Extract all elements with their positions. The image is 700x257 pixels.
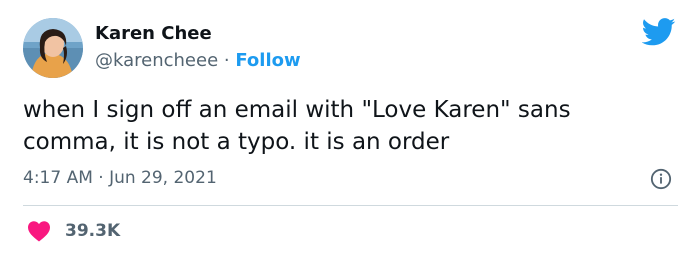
divider [23, 205, 678, 206]
twitter-bird-icon[interactable] [642, 18, 676, 46]
author-handle-row: @karencheee · Follow [95, 49, 301, 73]
avatar[interactable] [23, 18, 83, 78]
info-icon[interactable] [650, 168, 672, 190]
like-button[interactable]: 39.3K [27, 219, 120, 243]
tweet-card: Karen Chee @karencheee · Follow when I s… [0, 0, 700, 257]
heart-icon [28, 221, 50, 242]
like-count: 39.3K [65, 221, 121, 241]
tweet-timestamp[interactable]: 4:17 AM · Jun 29, 2021 [23, 167, 217, 189]
tweet-text: when I sign off an email with "Love Kare… [23, 97, 571, 155]
author-handle[interactable]: @karencheee [95, 50, 218, 71]
author-name[interactable]: Karen Chee [95, 22, 212, 46]
avatar-image [23, 18, 83, 78]
separator-dot: · [223, 50, 230, 71]
follow-button[interactable]: Follow [235, 50, 300, 71]
